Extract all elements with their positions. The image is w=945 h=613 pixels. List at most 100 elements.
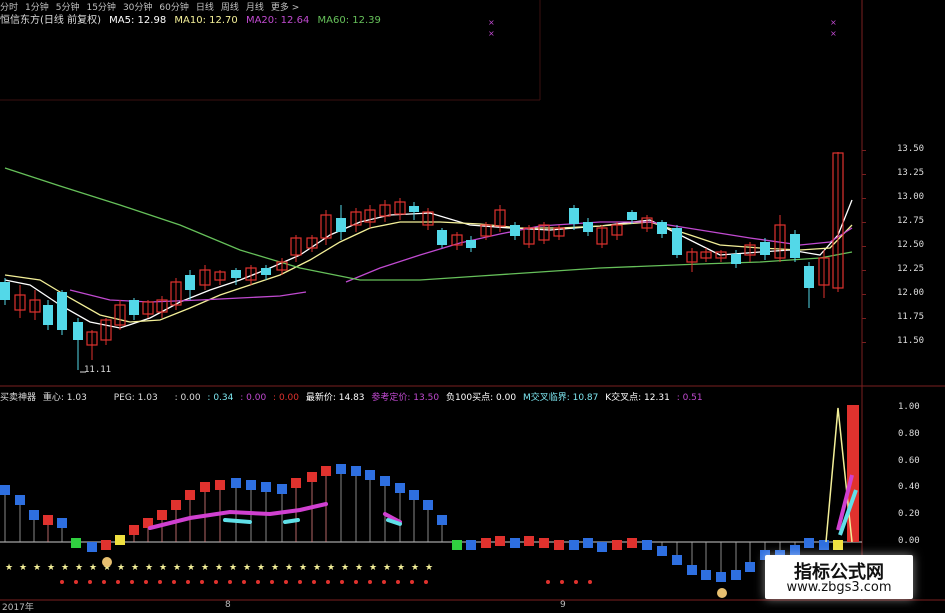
indicator-bar — [701, 570, 711, 580]
indicator-bar — [395, 483, 405, 493]
indicator-bar — [71, 538, 81, 548]
indicator-chart[interactable]: ★ ★ ★ ★ ★ ★ ★ ★ ★ ★ ★ ★ ★ ★ ★ ★ ★ ★ ★ ★ ★ ★ ★ ★ ★ ★ ★ ★ ★ ★ ★ — [0, 0, 945, 609]
signal-star: ★ — [187, 563, 195, 573]
signal-star: ★ — [383, 563, 391, 573]
watermark: 指标公式网 www.zbgs3.com — [765, 555, 913, 599]
indicator-bar — [510, 538, 520, 548]
indicator-bar — [612, 540, 622, 550]
indicator-bar — [157, 510, 167, 520]
indicator-bar — [672, 555, 682, 565]
indicator-bar — [171, 500, 181, 510]
indicator-bar — [423, 500, 433, 510]
indicator-bar — [524, 536, 534, 546]
indicator-cyan-seg1 — [223, 518, 252, 524]
indicator-bar — [101, 540, 111, 550]
indicator-tick: 0.60 — [898, 456, 920, 466]
indicator-bar — [0, 485, 10, 495]
indicator-bar — [246, 480, 256, 490]
indicator-bar — [185, 490, 195, 500]
indicator-bar — [452, 540, 462, 550]
indicator-bar — [336, 464, 346, 474]
signal-star: ★ — [159, 563, 167, 573]
indicator-bar — [569, 540, 579, 550]
indicator-tick: 1.00 — [898, 402, 920, 412]
indicator-bar — [790, 545, 800, 555]
indicator-bar — [687, 565, 697, 575]
signal-star: ★ — [425, 563, 433, 573]
signal-dot — [284, 580, 288, 584]
signal-star: ★ — [173, 563, 181, 573]
signal-star: ★ — [299, 563, 307, 573]
indicator-cyan-seg2 — [283, 518, 300, 524]
signal-dot — [270, 580, 274, 584]
indicator-bar — [466, 540, 476, 550]
indicator-bar — [804, 538, 814, 548]
signal-star: ★ — [271, 563, 279, 573]
signal-star: ★ — [369, 563, 377, 573]
signal-dot — [410, 580, 414, 584]
indicator-bar — [115, 535, 125, 545]
signal-star: ★ — [257, 563, 265, 573]
signal-star: ★ — [215, 563, 223, 573]
signal-dot — [200, 580, 204, 584]
signal-dot — [424, 580, 428, 584]
signal-dot — [102, 580, 106, 584]
signal-dot — [368, 580, 372, 584]
signal-dot — [312, 580, 316, 584]
signal-dot — [172, 580, 176, 584]
indicator-bar — [291, 478, 301, 488]
signal-star: ★ — [5, 563, 13, 573]
signal-star: ★ — [131, 563, 139, 573]
indicator-bar — [554, 540, 564, 550]
signal-dot — [298, 580, 302, 584]
indicator-bar — [731, 570, 741, 580]
indicator-bar — [215, 480, 225, 490]
indicator-bar — [29, 510, 39, 520]
indicator-bar — [627, 538, 637, 548]
signal-star: ★ — [341, 563, 349, 573]
indicator-bar — [43, 515, 53, 525]
indicator-bar — [481, 538, 491, 548]
indicator-tick: 0.20 — [898, 509, 920, 519]
signal-dot — [228, 580, 232, 584]
indicator-bar — [380, 476, 390, 486]
indicator-bar — [716, 572, 726, 582]
signal-star: ★ — [229, 563, 237, 573]
money-bag-icon — [717, 588, 727, 598]
signal-dot — [88, 580, 92, 584]
signal-star: ★ — [327, 563, 335, 573]
indicator-tick: 0.80 — [898, 429, 920, 439]
signal-dot — [60, 580, 64, 584]
indicator-bar — [539, 538, 549, 548]
indicator-bar — [351, 466, 361, 476]
indicator-bar — [833, 540, 843, 550]
signal-star: ★ — [117, 563, 125, 573]
signal-dot — [186, 580, 190, 584]
indicator-bar — [15, 495, 25, 505]
indicator-big-bar — [847, 405, 859, 542]
indicator-bar — [261, 482, 271, 492]
signal-dot — [130, 580, 134, 584]
indicator-bar — [129, 525, 139, 535]
indicator-bar — [583, 538, 593, 548]
indicator-bar — [200, 482, 210, 492]
signal-star: ★ — [285, 563, 293, 573]
signal-dot — [116, 580, 120, 584]
signal-dot — [546, 580, 550, 584]
signal-dot — [242, 580, 246, 584]
signal-dot — [74, 580, 78, 584]
signal-star: ★ — [89, 563, 97, 573]
signal-dot — [382, 580, 386, 584]
signal-dot — [326, 580, 330, 584]
signal-dot — [588, 580, 592, 584]
indicator-bar — [437, 515, 447, 525]
signal-dot — [354, 580, 358, 584]
signal-dot — [256, 580, 260, 584]
signal-dot — [396, 580, 400, 584]
signal-star: ★ — [201, 563, 209, 573]
signal-star: ★ — [355, 563, 363, 573]
indicator-tick: 0.00 — [898, 536, 920, 546]
signal-star: ★ — [33, 563, 41, 573]
signal-dot — [340, 580, 344, 584]
indicator-tick: 0.40 — [898, 482, 920, 492]
